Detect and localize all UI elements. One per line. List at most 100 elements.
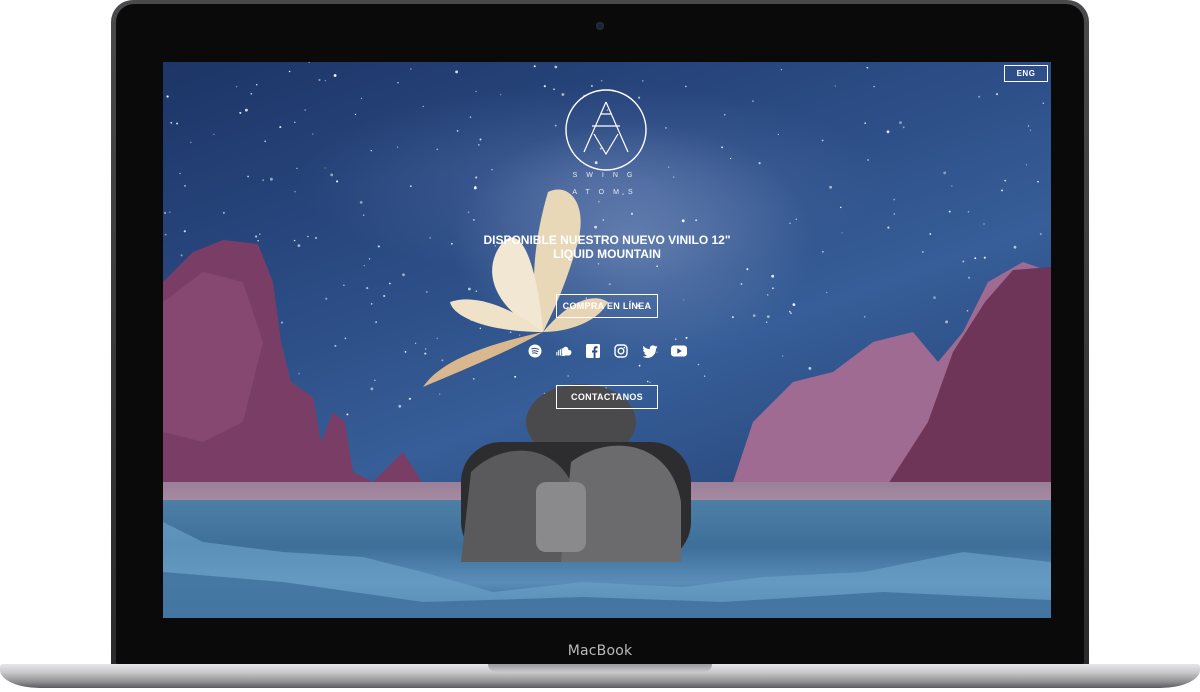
- star: [475, 90, 477, 93]
- star: [656, 265, 658, 267]
- star: [477, 143, 480, 146]
- star: [304, 109, 307, 112]
- star: [164, 211, 167, 214]
- star: [250, 92, 253, 95]
- star: [190, 141, 192, 143]
- star: [324, 167, 326, 169]
- star: [886, 130, 890, 134]
- youtube-icon[interactable]: [670, 343, 687, 359]
- star: [318, 78, 321, 82]
- star: [590, 84, 593, 87]
- star: [681, 219, 685, 223]
- star: [333, 74, 337, 77]
- headline-line1: DISPONIBLE NUESTRO NUEVO VINILO 12": [483, 233, 731, 247]
- star: [948, 210, 951, 213]
- star: [169, 211, 171, 213]
- star: [866, 66, 869, 69]
- twitter-icon[interactable]: [642, 343, 658, 359]
- website-screen: ENG SWING ATOMS DISPONIBLE NUESTRO NUEVO…: [163, 62, 1051, 618]
- star: [995, 93, 999, 96]
- star: [703, 375, 706, 377]
- star: [184, 185, 186, 187]
- star: [695, 219, 697, 222]
- star: [479, 138, 482, 141]
- headline-line2: LIQUID MOUNTAIN: [553, 247, 661, 261]
- webcam: [596, 22, 604, 30]
- star: [553, 88, 555, 91]
- star: [893, 213, 896, 215]
- star: [1037, 180, 1039, 183]
- star: [978, 95, 981, 98]
- star: [821, 139, 824, 142]
- star: [1025, 164, 1028, 166]
- social-links: [527, 342, 687, 360]
- star: [324, 80, 326, 82]
- buy-online-button[interactable]: COMPRA EN LÍNEA: [556, 294, 658, 318]
- star: [630, 212, 634, 215]
- star: [887, 226, 890, 229]
- star: [683, 299, 685, 301]
- star: [983, 223, 985, 225]
- star: [893, 198, 896, 201]
- star: [409, 185, 412, 188]
- star: [751, 100, 754, 103]
- star: [239, 111, 242, 114]
- star: [422, 105, 424, 108]
- star: [554, 124, 557, 127]
- star: [834, 85, 837, 87]
- star: [354, 113, 357, 116]
- star: [396, 146, 399, 148]
- star: [789, 222, 791, 224]
- star: [642, 80, 644, 82]
- star: [410, 68, 412, 70]
- star: [758, 162, 761, 165]
- soundcloud-icon[interactable]: [556, 343, 572, 359]
- star: [296, 167, 298, 169]
- star: [235, 85, 238, 88]
- star: [864, 122, 867, 125]
- star: [697, 363, 700, 366]
- star: [533, 65, 536, 68]
- star: [839, 206, 842, 209]
- star: [729, 157, 732, 160]
- star: [359, 201, 363, 204]
- star: [245, 108, 248, 112]
- star: [455, 70, 458, 74]
- star: [469, 116, 472, 118]
- right-rock-formation: [723, 262, 1051, 512]
- star: [668, 166, 670, 168]
- star: [867, 159, 869, 161]
- star: [436, 148, 439, 151]
- star: [723, 113, 726, 116]
- star: [685, 336, 688, 339]
- star: [721, 146, 724, 149]
- star: [777, 133, 780, 136]
- star: [288, 70, 291, 73]
- star: [899, 121, 902, 125]
- device-brand-label: MacBook: [567, 643, 633, 659]
- facebook-icon[interactable]: [585, 343, 601, 359]
- star: [293, 121, 296, 124]
- logo-wordmark-line1: SWING: [572, 172, 642, 179]
- star: [665, 127, 667, 129]
- star: [456, 130, 459, 132]
- laptop-hinge-notch: [488, 664, 712, 672]
- star: [1027, 125, 1030, 127]
- star: [1004, 179, 1007, 182]
- star: [255, 84, 258, 86]
- star: [873, 85, 875, 88]
- star: [685, 85, 687, 88]
- star: [543, 85, 546, 88]
- star: [308, 62, 310, 63]
- contact-button[interactable]: CONTACTANOS: [556, 385, 658, 409]
- logo-wordmark-line2: ATOMS: [572, 189, 642, 196]
- language-button[interactable]: ENG: [1004, 65, 1048, 82]
- instagram-icon[interactable]: [613, 343, 629, 359]
- star: [600, 79, 603, 82]
- star: [780, 69, 783, 71]
- star: [951, 185, 953, 187]
- swing-atoms-logo-icon[interactable]: [564, 88, 648, 172]
- spotify-icon[interactable]: [527, 343, 543, 359]
- star: [491, 168, 493, 171]
- star: [176, 122, 179, 125]
